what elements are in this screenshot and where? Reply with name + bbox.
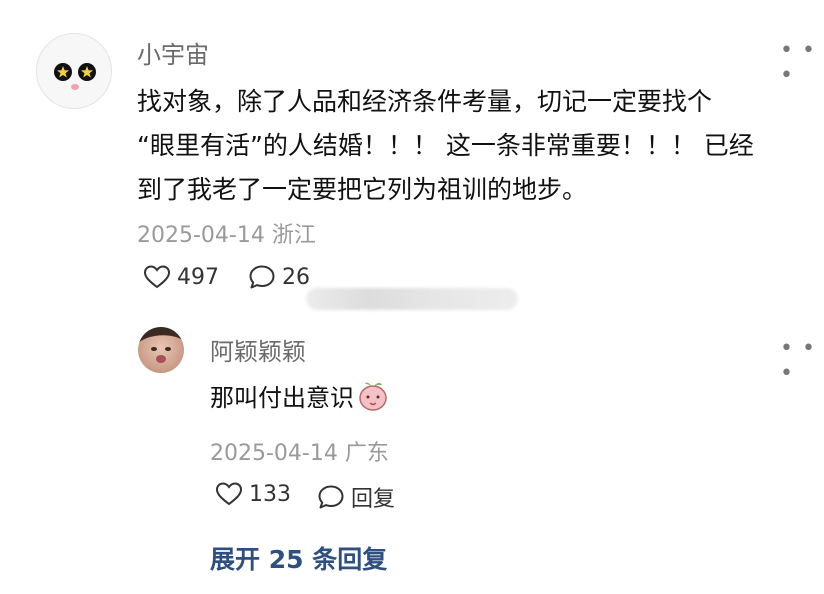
reply-like-count: 133 [249,481,291,507]
post-meta: 2025-04-14 浙江 [137,217,316,249]
peach-sticker-icon [359,382,387,411]
post-line: “眼里有活”的人结婚！！！ 这一条非常重要！！！ 已经 [137,131,754,160]
reply-body: 那叫付出意识 [210,378,390,413]
comment-button[interactable]: 26 [248,264,310,290]
post-body: 找对象，除了人品和经济条件考量，切记一定要找个 “眼里有活”的人结婚！！！ 这一… [137,80,817,212]
comment-count: 26 [282,264,310,290]
reply-text: 那叫付出意识 [210,384,354,412]
reply-avatar[interactable] [138,327,184,373]
avatar-face-icon [54,63,96,90]
reply-label: 回复 [351,487,396,512]
comment-bubble-icon [318,485,344,509]
reply-meta: 2025-04-14 广东 [210,435,389,467]
reply-button[interactable]: 回复 [317,481,395,513]
avatar[interactable] [36,33,112,109]
comment-bubble-icon [249,265,275,289]
reply-avatar-photo-icon [138,327,184,363]
reply-more-options-icon[interactable]: • • • [780,336,824,386]
post-line: 找对象，除了人品和经济条件考量，切记一定要找个 [137,87,713,116]
expand-replies-link[interactable]: 展开 25 条回复 [210,540,387,576]
heart-icon [143,265,171,289]
reply-location: 广东 [344,441,389,466]
like-button[interactable]: 497 [143,264,219,290]
post-line: 到了我老了一定要把它列为祖训的地步。 [137,175,588,204]
like-count: 497 [177,264,219,290]
post-date: 2025-04-14 [137,223,265,248]
blurred-overlay [306,288,518,310]
post-location: 浙江 [271,223,316,248]
reply-like-button[interactable]: 133 [215,481,291,507]
heart-icon [215,482,243,506]
post-username[interactable]: 小宇宙 [137,35,209,70]
reply-date: 2025-04-14 [210,441,338,466]
reply-username[interactable]: 阿颖颖颖 [210,332,306,367]
